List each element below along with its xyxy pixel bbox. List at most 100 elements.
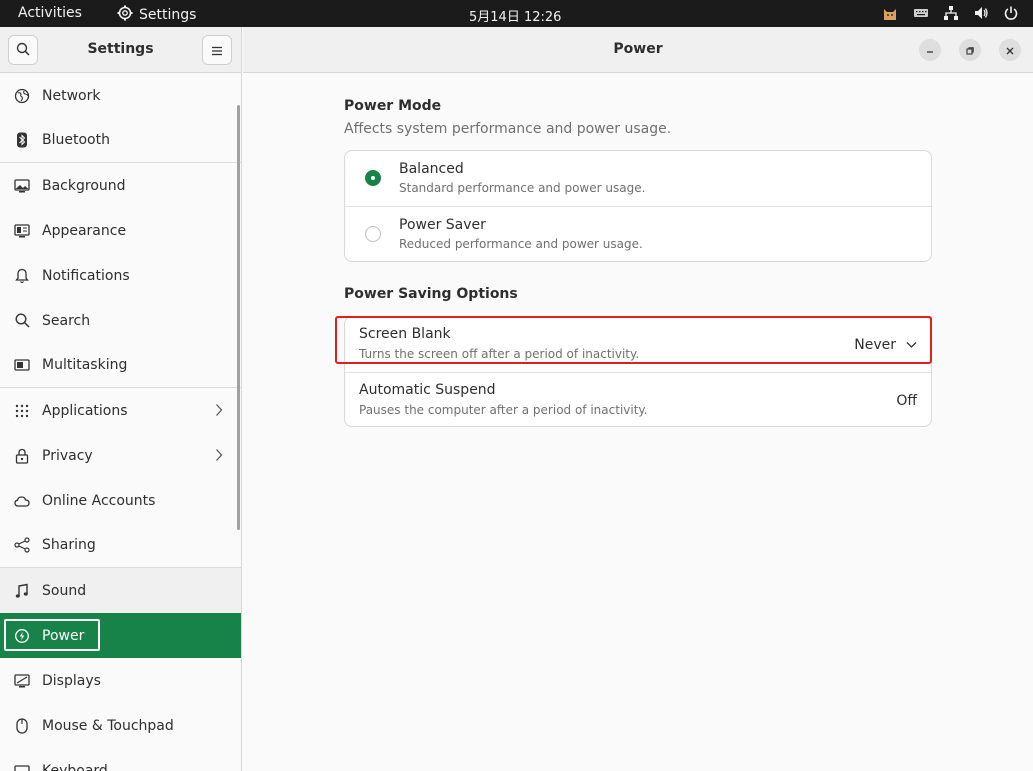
- power-mode-title: Power Mode: [344, 98, 442, 114]
- clock[interactable]: 5月14日 12:26: [469, 6, 561, 25]
- mouse-icon: [14, 717, 30, 734]
- chevron-right-icon: [215, 403, 223, 421]
- option-description: Reduced performance and power usage.: [399, 237, 643, 251]
- sidebar-header: Settings: [0, 27, 241, 73]
- sidebar-item-label: Network: [42, 87, 101, 104]
- screen-blank-dropdown[interactable]: Never: [854, 337, 917, 353]
- row-description: Turns the screen off after a period of i…: [359, 347, 640, 361]
- minimize-button[interactable]: [919, 39, 941, 61]
- sidebar-item-sharing[interactable]: Sharing: [0, 523, 241, 568]
- power-saving-title: Power Saving Options: [344, 286, 518, 302]
- sidebar-item-multitasking[interactable]: Multitasking: [0, 343, 241, 388]
- keyboard-tray-icon[interactable]: [913, 7, 929, 19]
- multitasking-icon: [14, 357, 30, 373]
- cloud-icon: [14, 493, 30, 509]
- display-icon: [14, 673, 30, 689]
- lock-icon: [14, 448, 30, 464]
- sidebar-item-label: Keyboard: [42, 762, 108, 771]
- radio-power-saver[interactable]: [365, 226, 381, 242]
- bluetooth-icon: [14, 132, 30, 148]
- row-label: Automatic Suspend: [359, 382, 496, 398]
- sidebar-item-label: Privacy: [42, 447, 93, 464]
- restore-button[interactable]: [959, 39, 981, 61]
- sidebar-item-displays[interactable]: Displays: [0, 658, 241, 703]
- close-icon: [1005, 41, 1015, 60]
- power-mode-subtitle: Affects system performance and power usa…: [344, 121, 672, 137]
- automatic-suspend-value: Off: [896, 393, 917, 409]
- top-bar: Activities Settings 5月14日 12:26: [0, 0, 1033, 27]
- chevron-down-icon: [906, 337, 917, 353]
- sidebar-list: Network Bluetooth Background Appearance …: [0, 73, 241, 771]
- sidebar-item-appearance[interactable]: Appearance: [0, 208, 241, 253]
- sidebar-item-power[interactable]: Power: [0, 613, 241, 658]
- cat-icon[interactable]: [881, 4, 899, 22]
- main-header: Power: [243, 27, 1033, 73]
- sidebar-item-keyboard[interactable]: Keyboard: [0, 748, 241, 771]
- grid-icon: [14, 403, 30, 419]
- restore-icon: [965, 41, 975, 60]
- power-saving-card: Screen Blank Turns the screen off after …: [335, 316, 932, 429]
- volume-icon[interactable]: [973, 5, 989, 21]
- radio-balanced[interactable]: [365, 170, 381, 186]
- dropdown-value: Never: [854, 337, 896, 353]
- appearance-icon: [14, 223, 30, 239]
- sidebar: Settings Network Bluetooth Background Ap…: [0, 27, 242, 771]
- sidebar-item-applications[interactable]: Applications: [0, 388, 241, 433]
- power-mode-option-balanced[interactable]: Balanced Standard performance and power …: [345, 151, 931, 207]
- sidebar-item-label: Appearance: [42, 222, 127, 239]
- power-mode-option-power-saver[interactable]: Power Saver Reduced performance and powe…: [345, 207, 931, 263]
- sidebar-item-background[interactable]: Background: [0, 163, 241, 208]
- minimize-icon: [925, 41, 935, 60]
- sidebar-scrollbar[interactable]: [237, 105, 240, 530]
- sidebar-item-label: Online Accounts: [42, 492, 156, 509]
- power-mode-card: Balanced Standard performance and power …: [344, 150, 932, 262]
- sidebar-item-label: Sharing: [42, 537, 96, 553]
- network-tray-icon[interactable]: [943, 5, 959, 21]
- row-label: Screen Blank: [359, 326, 451, 342]
- app-name: Settings: [139, 7, 197, 23]
- sidebar-item-label: Mouse & Touchpad: [42, 717, 174, 734]
- sidebar-item-label: Applications: [42, 402, 128, 419]
- sidebar-item-privacy[interactable]: Privacy: [0, 433, 241, 478]
- activities-button[interactable]: Activities: [18, 5, 82, 21]
- system-tray[interactable]: [881, 4, 1019, 22]
- hamburger-icon: [211, 41, 223, 60]
- close-button[interactable]: [999, 39, 1021, 61]
- power-tray-icon[interactable]: [1003, 5, 1019, 21]
- selection-outline: [4, 619, 100, 651]
- row-description: Pauses the computer after a period of in…: [359, 403, 648, 417]
- background-icon: [14, 178, 30, 194]
- sidebar-item-label: Search: [42, 312, 91, 329]
- option-label: Balanced: [399, 161, 464, 177]
- bell-icon: [14, 268, 30, 284]
- option-description: Standard performance and power usage.: [399, 181, 646, 195]
- sidebar-item-label: Notifications: [42, 267, 130, 284]
- gear-icon: [117, 5, 133, 25]
- sidebar-item-mouse-touchpad[interactable]: Mouse & Touchpad: [0, 703, 241, 748]
- screen-blank-row[interactable]: Screen Blank Turns the screen off after …: [335, 316, 932, 373]
- share-icon: [14, 537, 30, 553]
- sidebar-item-search[interactable]: Search: [0, 298, 241, 343]
- sidebar-item-label: Sound: [42, 582, 87, 599]
- sidebar-item-notifications[interactable]: Notifications: [0, 253, 241, 298]
- chevron-right-icon: [215, 448, 223, 466]
- sidebar-item-label: Bluetooth: [42, 132, 110, 148]
- sidebar-item-label: Background: [42, 177, 126, 194]
- app-menu[interactable]: Settings: [117, 5, 196, 25]
- page-title: Power: [613, 41, 663, 57]
- search-icon: [14, 313, 30, 329]
- sidebar-item-online-accounts[interactable]: Online Accounts: [0, 478, 241, 523]
- menu-button[interactable]: [202, 35, 232, 65]
- automatic-suspend-row[interactable]: Automatic Suspend Pauses the computer af…: [345, 373, 931, 429]
- sidebar-item-bluetooth[interactable]: Bluetooth: [0, 118, 241, 163]
- suspend-value: Off: [896, 393, 917, 409]
- network-icon: [14, 88, 30, 104]
- main-panel: Power Power Mode Affects system performa…: [243, 27, 1033, 771]
- sidebar-item-label: Multitasking: [42, 357, 128, 373]
- keyboard-icon: [14, 763, 30, 771]
- music-note-icon: [14, 583, 30, 599]
- sidebar-item-network[interactable]: Network: [0, 73, 241, 118]
- option-label: Power Saver: [399, 217, 486, 233]
- sidebar-item-label: Displays: [42, 672, 101, 689]
- sidebar-item-sound[interactable]: Sound: [0, 568, 241, 613]
